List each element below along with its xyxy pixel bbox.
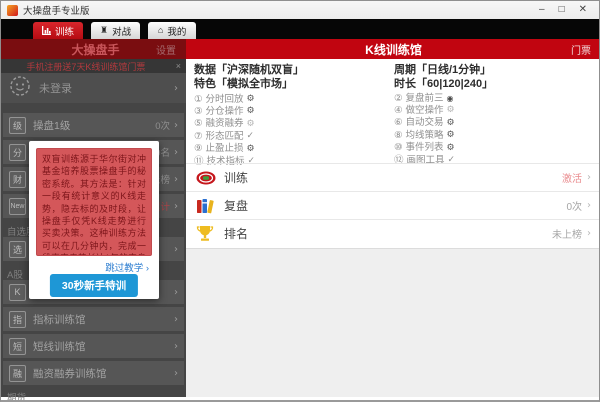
- hall-info-block: 数据「沪深随机双盲」 特色「模拟全市场」 周期「日线/1分钟」 时长「60|12…: [194, 63, 594, 91]
- gear-icon: [247, 105, 255, 117]
- promo-notice-text: 手机注册送7天K线训练馆门票: [1, 60, 171, 73]
- login-status-label: 未登录: [31, 80, 174, 96]
- wealth-badge: 财: [9, 171, 26, 188]
- tab-label: 对战: [112, 24, 131, 38]
- feature-item: ⑦形态匹配: [194, 130, 394, 142]
- row-review[interactable]: 复盘 0次 ›: [186, 191, 600, 219]
- action-rows: 训练 激活 › 复盘 0次 › 排名 未上榜 ›: [186, 163, 600, 247]
- books-icon: [196, 198, 218, 214]
- minimize-button[interactable]: –: [539, 4, 545, 16]
- main-tab-bar: 训练 ♜ 对战 ⌂ 我的: [1, 19, 599, 39]
- app-window: 大操盘手专业版 – □ ✕ 训练 ♜ 对战 ⌂ 我的 大操盘手 设置 K线训练馆…: [0, 0, 600, 402]
- tab-label: 我的: [167, 24, 186, 38]
- battle-icon: ♜: [100, 26, 108, 35]
- feature-item: ⑤融资融券: [194, 118, 394, 130]
- info-period: 周期「日线/1分钟」: [394, 63, 594, 77]
- indicator-badge: 指: [9, 311, 26, 328]
- skip-tutorial-link[interactable]: 跳过教学 ›: [105, 260, 149, 274]
- gear-icon: [247, 93, 255, 105]
- promo-notice-bar[interactable]: 手机注册送7天K线训练馆门票 ×: [1, 59, 186, 73]
- chevron-right-icon: ›: [174, 287, 178, 298]
- main-content: 数据「沪深随机双盲」 特色「模拟全市场」 周期「日线/1分钟」 时长「60|12…: [186, 59, 600, 397]
- notice-close-icon[interactable]: ×: [171, 61, 186, 71]
- section-header-futures: 期货: [7, 390, 182, 402]
- bar-chart-icon: [42, 26, 51, 35]
- avatar: [9, 75, 31, 102]
- margin-badge: 融: [9, 365, 26, 382]
- gear-icon: [247, 118, 255, 130]
- close-button[interactable]: ✕: [579, 4, 587, 16]
- page-title: K线训练馆: [186, 41, 571, 58]
- kline-badge: K: [9, 284, 26, 301]
- feature-item: ③分仓操作: [194, 105, 394, 117]
- feature-item: ⑧均线策略: [394, 129, 594, 141]
- tab-label: 训练: [55, 24, 74, 38]
- quick-training-button[interactable]: 30秒新手特训: [50, 274, 138, 297]
- tab-mine[interactable]: ⌂ 我的: [148, 22, 196, 39]
- empty-content-area: [186, 248, 600, 397]
- gear-icon: [447, 129, 455, 141]
- check-icon: [247, 130, 255, 142]
- chevron-right-icon: ›: [174, 201, 178, 212]
- gear-icon: [447, 142, 455, 154]
- sidebar-item-margin-hall[interactable]: 融 融资融券训练馆 ›: [3, 361, 184, 385]
- info-data: 数据「沪深随机双盲」: [194, 63, 394, 77]
- tab-battle[interactable]: ♜ 对战: [91, 22, 140, 39]
- profile-row[interactable]: 未登录 ›: [1, 73, 186, 103]
- stadium-icon: [196, 171, 218, 185]
- tutorial-popup: 双盲训练源于华尔街对冲基金培养股票操盘手的秘密系统。其方法是：针对一段有统计意义…: [29, 141, 159, 299]
- app-logo-icon: [7, 5, 18, 16]
- chevron-right-icon: ›: [174, 244, 178, 255]
- row-training[interactable]: 训练 激活 ›: [186, 163, 600, 191]
- info-feature: 特色「模拟全市场」: [194, 77, 394, 91]
- eye-icon: [447, 93, 454, 104]
- gear-icon: [247, 143, 255, 155]
- chevron-right-icon: ›: [174, 174, 178, 185]
- chevron-right-icon: ›: [174, 120, 178, 131]
- watchlist-badge: 选: [9, 241, 26, 258]
- chevron-right-icon: ›: [174, 341, 178, 352]
- tutorial-popup-text: 双盲训练源于华尔街对冲基金培养股票操盘手的秘密系统。其方法是：针对一段有统计意义…: [36, 148, 152, 256]
- feature-item: ⑥自动交易: [394, 117, 594, 129]
- chevron-right-icon: ›: [174, 368, 178, 379]
- gear-icon: [447, 104, 455, 116]
- maximize-button[interactable]: □: [559, 4, 565, 16]
- left-panel-title: 大操盘手: [1, 41, 156, 58]
- ticket-button[interactable]: 门票: [571, 42, 600, 57]
- sidebar-item-level[interactable]: 级 操盘1级 0次 ›: [3, 113, 184, 137]
- left-panel-header: 大操盘手 设置: [1, 39, 186, 59]
- level-badge: 级: [9, 117, 26, 134]
- trophy-icon: [196, 225, 218, 242]
- chevron-right-icon: ›: [174, 314, 178, 325]
- right-panel-header: K线训练馆 门票: [186, 39, 600, 59]
- chevron-right-icon: ›: [587, 172, 591, 183]
- feature-list: ①分时回放 ③分仓操作 ⑤融资融券 ⑦形态匹配 ⑨止盈止损 ⑪技术指标 ②复盘前…: [194, 93, 594, 167]
- feature-item: ②复盘前三: [394, 93, 594, 104]
- row-ranking[interactable]: 排名 未上榜 ›: [186, 219, 600, 247]
- window-title: 大操盘手专业版: [23, 3, 539, 17]
- new-badge: New: [9, 198, 26, 215]
- sidebar-item-indicator-hall[interactable]: 指 指标训练馆 ›: [3, 307, 184, 331]
- settings-button[interactable]: 设置: [156, 42, 186, 57]
- sidebar-item-shortterm-hall[interactable]: 短 短线训练馆 ›: [3, 334, 184, 358]
- home-icon: ⌂: [158, 26, 163, 35]
- feature-item: ⑩事件列表: [394, 142, 594, 154]
- shortterm-badge: 短: [9, 338, 26, 355]
- chevron-right-icon: ›: [174, 83, 178, 94]
- feature-item: ①分时回放: [194, 93, 394, 105]
- chevron-right-icon: ›: [174, 147, 178, 158]
- feature-item: ⑨止盈止损: [194, 143, 394, 155]
- info-duration: 时长「60|120|240」: [394, 77, 594, 91]
- gear-icon: [447, 117, 455, 129]
- chevron-right-icon: ›: [587, 228, 591, 239]
- feature-item: ④做空操作: [394, 104, 594, 116]
- tab-training[interactable]: 训练: [33, 22, 83, 39]
- title-bar: 大操盘手专业版 – □ ✕: [1, 1, 599, 19]
- chevron-right-icon: ›: [587, 200, 591, 211]
- score-badge: 分: [9, 144, 26, 161]
